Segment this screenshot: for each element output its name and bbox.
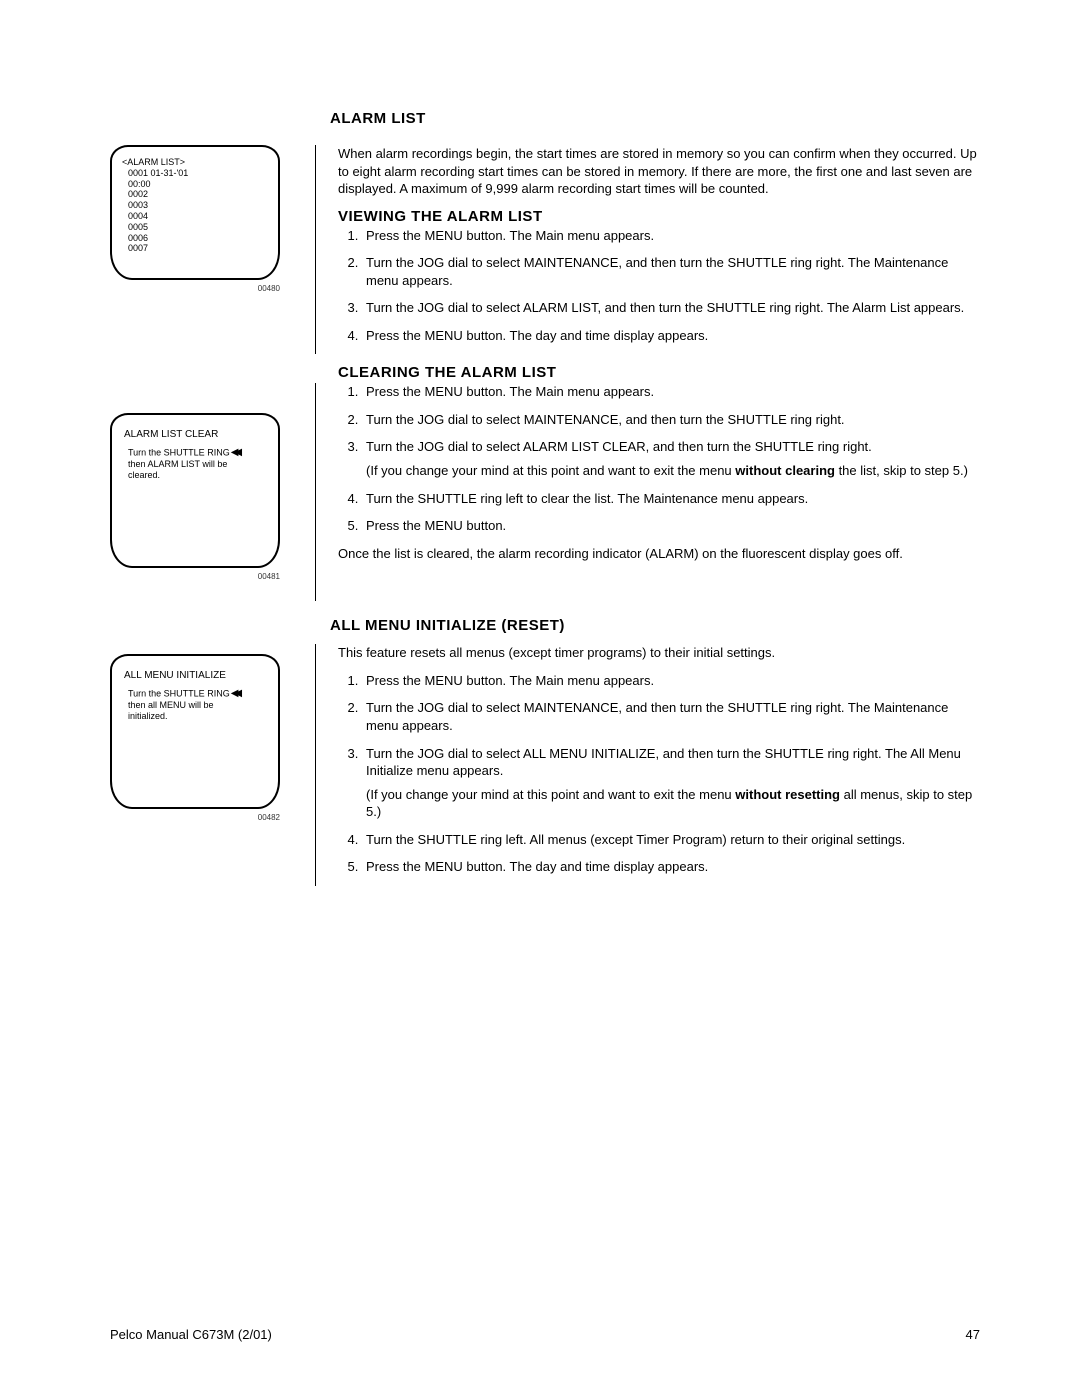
screen3-title: ALL MENU INITIALIZE (124, 670, 268, 682)
step: Turn the JOG dial to select MAINTENANCE,… (362, 699, 980, 734)
screen1-row: 0001 01-31-'01 (128, 168, 270, 179)
screen1-row: 0002 (128, 189, 270, 200)
step: Turn the SHUTTLE ring left to clear the … (362, 490, 980, 508)
all-menu-steps: Press the MENU button. The Main menu app… (338, 672, 980, 876)
screen1-row: 0003 (128, 200, 270, 211)
screen-all-menu-initialize: ALL MENU INITIALIZE Turn the SHUTTLE RIN… (110, 654, 280, 809)
step: Press the MENU button. The day and time … (362, 327, 980, 345)
screen3-line3: initialized. (128, 711, 168, 721)
screen2-caption: 00481 (110, 572, 280, 581)
subtitle-clearing: Clearing the Alarm List (338, 364, 980, 381)
screen2-line1: Turn the SHUTTLE RING (128, 448, 230, 458)
screen2-title: ALARM LIST CLEAR (124, 429, 268, 441)
subtitle-viewing: Viewing the Alarm List (338, 208, 980, 225)
clearing-paragraph: Once the list is cleared, the alarm reco… (338, 545, 980, 563)
clearing-steps: Press the MENU button. The Main menu app… (338, 383, 980, 534)
step: Turn the JOG dial to select MAINTENANCE,… (362, 411, 980, 429)
screen3-line1: Turn the SHUTTLE RING (128, 689, 230, 699)
screen3-caption: 00482 (110, 813, 280, 822)
screen2-line2: then ALARM LIST will be (128, 459, 227, 469)
viewing-steps: Press the MENU button. The Main menu app… (338, 227, 980, 345)
footer-page-number: 47 (966, 1327, 980, 1342)
step: Press the MENU button. The Main menu app… (362, 383, 980, 401)
screen1-row: 0005 (128, 222, 270, 233)
rewind-icon: ◀◀ (231, 688, 238, 700)
step: Press the MENU button. The Main menu app… (362, 672, 980, 690)
screen2-line3: cleared. (128, 470, 160, 480)
step: Turn the JOG dial to select ALARM LIST, … (362, 299, 980, 317)
intro-paragraph: When alarm recordings begin, the start t… (338, 145, 980, 198)
screen1-row: 0004 (128, 211, 270, 222)
screen-alarm-list: <ALARM LIST> 0001 01-31-'01 00:00 0002 0… (110, 145, 280, 280)
step: Turn the JOG dial to select ALL MENU INI… (362, 745, 980, 821)
screen1-row: 0006 (128, 233, 270, 244)
screen1-caption: 00480 (110, 284, 280, 293)
step: Turn the SHUTTLE ring left. All menus (e… (362, 831, 980, 849)
rewind-icon: ◀◀ (231, 447, 238, 459)
screen-alarm-list-clear: ALARM LIST CLEAR Turn the SHUTTLE RING◀◀… (110, 413, 280, 568)
step: Turn the JOG dial to select ALARM LIST C… (362, 438, 980, 479)
screen3-line2: then all MENU will be (128, 700, 214, 710)
screen1-row: 00:00 (128, 179, 270, 190)
step: Press the MENU button. The day and time … (362, 858, 980, 876)
step: Turn the JOG dial to select MAINTENANCE,… (362, 254, 980, 289)
step: Press the MENU button. (362, 517, 980, 535)
all-menu-note: (If you change your mind at this point a… (366, 786, 980, 821)
clearing-note: (If you change your mind at this point a… (366, 462, 980, 480)
all-menu-intro: This feature resets all menus (except ti… (338, 644, 980, 662)
section-title-all-menu: All Menu Initialize (Reset) (330, 617, 980, 634)
footer-left: Pelco Manual C673M (2/01) (110, 1327, 272, 1342)
screen1-header: <ALARM LIST> (122, 157, 270, 168)
section-title-alarm-list: Alarm List (330, 110, 980, 127)
screen1-row: 0007 (128, 243, 270, 254)
step: Press the MENU button. The Main menu app… (362, 227, 980, 245)
